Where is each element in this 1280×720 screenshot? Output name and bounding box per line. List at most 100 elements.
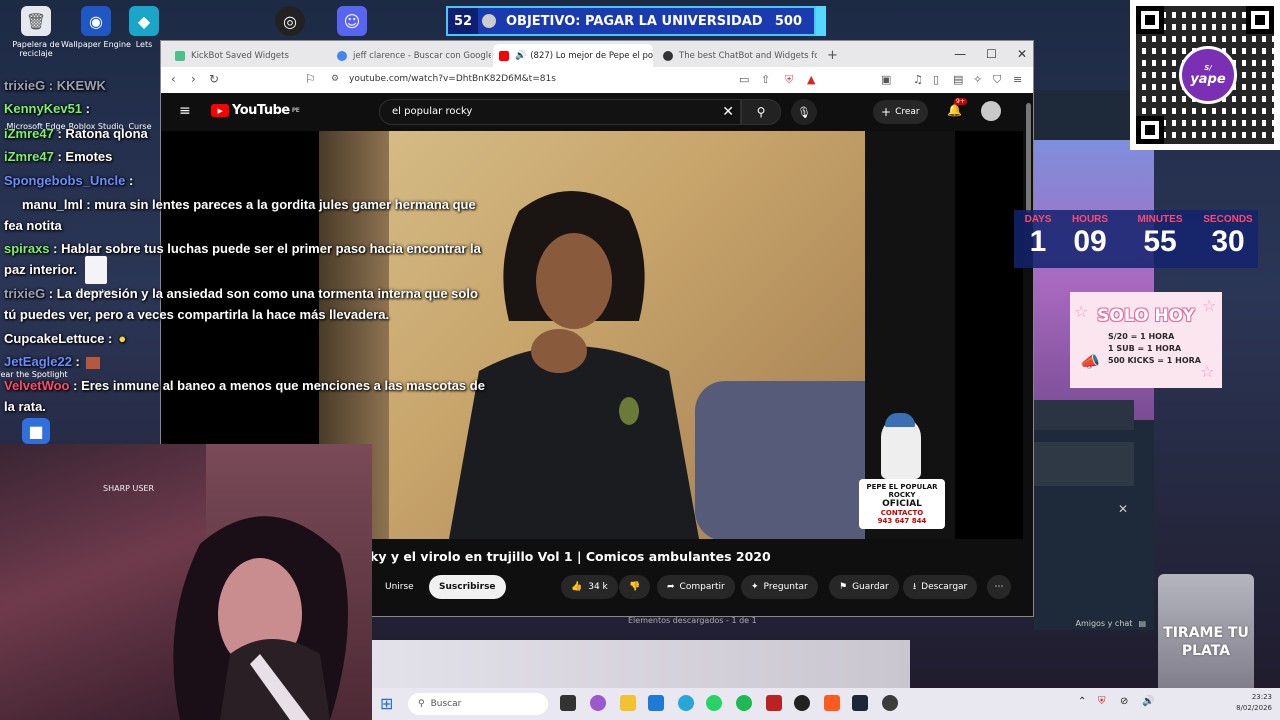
tab-kickbot[interactable]: KickBot Saved Widgets	[169, 44, 329, 67]
goal-text: OBJETIVO: PAGAR LA UNIVERSIDAD	[506, 13, 763, 29]
chat-message: trixieG : KKEWK	[4, 75, 492, 96]
chat-username: iZmre47	[4, 126, 54, 141]
ask-button[interactable]: ✦ Preguntar	[741, 575, 818, 599]
wallet-icon[interactable]: ▤	[953, 73, 963, 86]
wallpaper-engine-icon: ◉	[81, 6, 111, 36]
like-button[interactable]: 👍 34 k	[561, 575, 618, 599]
download-label: Descargar	[921, 582, 968, 592]
minimize-icon[interactable]: —	[954, 47, 966, 61]
clear-search-icon[interactable]: ✕	[722, 104, 734, 120]
dislike-button[interactable]: 👎	[619, 575, 651, 599]
tab-google[interactable]: jeff clarence - Buscar con Google	[331, 44, 491, 67]
brave-icon[interactable]	[824, 695, 840, 711]
star-icon: ☆	[1200, 362, 1215, 381]
solo-hoy-title: SOLO HOY	[1097, 306, 1195, 326]
extensions-icon[interactable]: ✧	[973, 73, 982, 86]
friends-chat-button[interactable]: Amigos y chat ▤	[1034, 612, 1146, 634]
music-icon[interactable]: ♫	[913, 73, 923, 86]
chat-username: manu_lml	[22, 197, 83, 212]
maximize-icon[interactable]: ☐	[986, 47, 997, 61]
spotify-icon[interactable]	[736, 695, 752, 711]
goal-progress-fill	[816, 6, 826, 36]
share-button[interactable]: ➦ Compartir	[657, 575, 735, 599]
sidebar-icon[interactable]: ▣	[881, 73, 891, 86]
join-button[interactable]: Unirse	[375, 575, 424, 599]
chat-text: : Eres inmune al baneo a menos que menci…	[4, 378, 485, 414]
brave-shield-icon[interactable]: ⛨	[785, 73, 793, 87]
store-icon[interactable]	[648, 695, 664, 711]
file-explorer-icon[interactable]	[620, 695, 636, 711]
desktop-icon-wallpaper-engine[interactable]: ◉ Wallpaper Engine	[60, 6, 132, 49]
subscribe-button[interactable]: Suscribirse	[429, 575, 506, 599]
qr-corner	[1136, 6, 1164, 34]
chat-text: : La depresión y la ansiedad son como un…	[4, 286, 478, 322]
chat-username: VelvetWoo	[4, 378, 70, 393]
panel-icon[interactable]: ▯	[933, 73, 939, 86]
edge-taskbar-icon[interactable]	[678, 695, 694, 711]
windows-start-icon[interactable]: ⊞	[380, 694, 393, 713]
more-icon: ⋯	[994, 582, 1004, 592]
chat-username: trixieG	[4, 78, 46, 93]
emote-icon	[85, 356, 100, 369]
cast-icon[interactable]: ▭	[739, 73, 749, 86]
chat-text: :	[82, 101, 90, 116]
solo-hoy-line: 1 SUB = 1 HORA	[1108, 344, 1182, 353]
create-button[interactable]: + Crear	[873, 100, 928, 124]
taskbar-search-placeholder: Buscar	[430, 699, 462, 709]
task-view-icon[interactable]	[560, 695, 576, 711]
dota-icon[interactable]	[766, 695, 782, 711]
new-tab-button[interactable]: +	[821, 44, 843, 67]
share-label: Compartir	[679, 582, 725, 592]
countdown-value: 1	[1029, 225, 1047, 258]
voice-search-button[interactable]: 🎙	[791, 99, 817, 125]
countdown-value: 30	[1211, 225, 1245, 258]
side-panel-row	[1034, 400, 1134, 430]
tab-chatbot[interactable]: The best ChatBot and Widgets for Ki	[657, 44, 817, 67]
clock-date: 8/02/2026	[1236, 704, 1272, 712]
rewards-icon[interactable]: ▲	[807, 73, 815, 86]
steam-icon[interactable]	[852, 695, 868, 711]
countdown-label: MINUTES	[1137, 214, 1183, 225]
network-icon[interactable]: ⊘	[1120, 696, 1128, 707]
tab-youtube[interactable]: 🔊 (827) Lo mejor de Pepe el po ✕	[493, 44, 653, 67]
app-taskbar-icon[interactable]	[882, 695, 898, 711]
tab-bar: KickBot Saved Widgets jeff clarence - Bu…	[161, 41, 1033, 67]
save-button[interactable]: ⚑ Guardar	[829, 575, 899, 599]
menu-icon[interactable]: ≡	[1013, 73, 1022, 86]
obs-icon: ◎	[275, 6, 305, 36]
more-actions-button[interactable]: ⋯	[987, 575, 1011, 599]
promo-line3: CONTACTO	[880, 509, 924, 517]
desktop-icon-lets[interactable]: ◆ Lets	[124, 6, 164, 49]
youtube-icon	[499, 50, 509, 61]
stream-goal-bar: 52 OBJETIVO: PAGAR LA UNIVERSIDAD 500	[446, 6, 826, 36]
close-window-icon[interactable]: ✕	[1017, 47, 1027, 61]
desktop-icon-label: Wallpaper Engine	[61, 40, 131, 49]
close-icon[interactable]: ✕	[1118, 502, 1128, 516]
chat-message: JetEagle22 :	[4, 351, 492, 372]
yape-sol-icon: S/	[1204, 63, 1212, 72]
page-scrollbar[interactable]	[1026, 103, 1031, 213]
tray-app-icon[interactable]: ⛨	[1098, 696, 1106, 707]
search-button[interactable]: ⚲	[741, 99, 781, 125]
account-avatar[interactable]	[981, 101, 1001, 121]
megaphone-icon: 📣	[1080, 352, 1100, 371]
download-button[interactable]: ⭳ Descargar	[903, 575, 978, 599]
solo-hoy-line: S/20 = 1 HORA	[1108, 332, 1175, 341]
share-icon[interactable]: ⇧	[761, 73, 770, 86]
vpn-icon[interactable]: ⛉	[993, 73, 1001, 87]
app-icon: ◆	[129, 6, 159, 36]
notifications-button[interactable]: 🔔 9+	[947, 98, 967, 117]
volume-icon[interactable]: 🔊	[1142, 696, 1154, 707]
copilot-icon[interactable]	[590, 695, 606, 711]
chat-username: iZmre47	[4, 149, 54, 164]
obs-taskbar-icon[interactable]	[794, 695, 810, 711]
tab-label: KickBot Saved Widgets	[191, 50, 289, 61]
whatsapp-icon[interactable]	[706, 695, 722, 711]
desktop-icon-discord[interactable]: ☺	[316, 6, 388, 40]
search-icon: ⚲	[418, 699, 425, 709]
taskbar-search[interactable]: ⚲ Buscar	[408, 693, 548, 715]
tray-arrow-icon[interactable]: ⌃	[1078, 696, 1086, 707]
video-sofa	[695, 381, 865, 539]
taskbar-clock[interactable]: 23:23 8/02/2026	[1236, 692, 1272, 714]
chat-text: :	[125, 173, 134, 188]
